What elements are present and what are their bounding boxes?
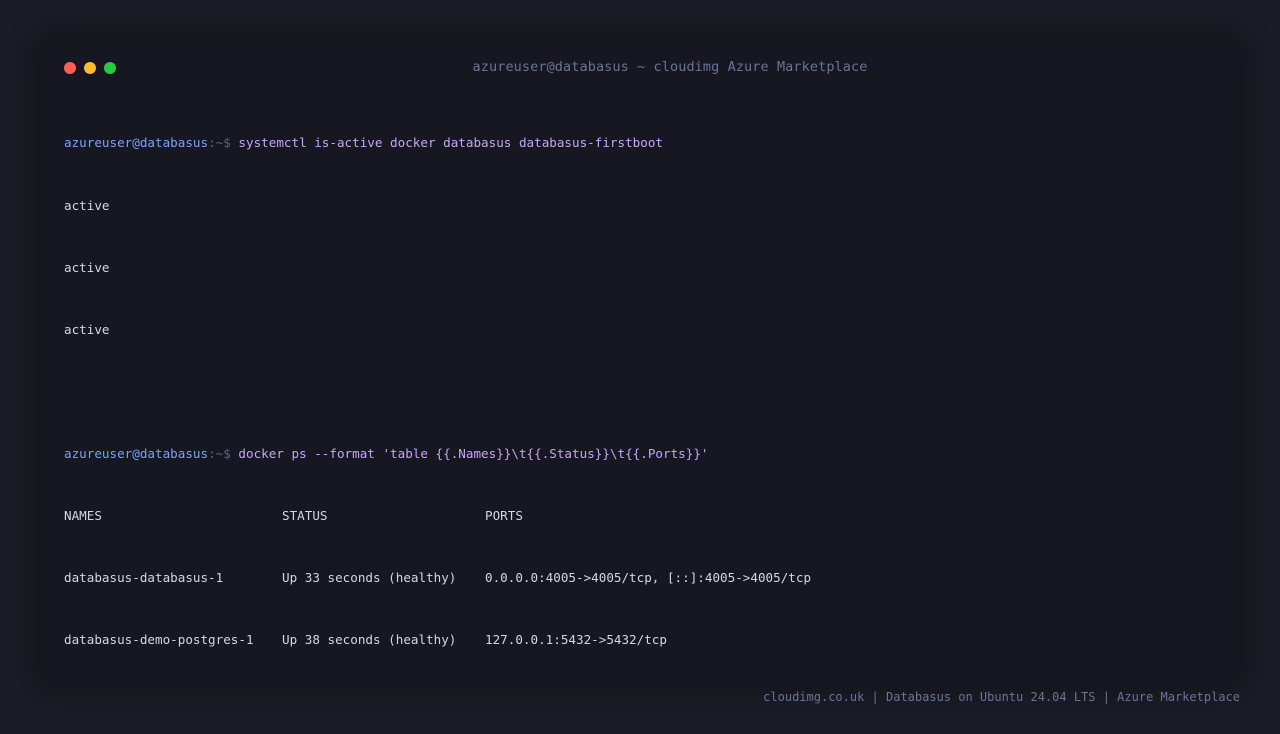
command-text: docker ps --format 'table {{.Names}}\t{{… bbox=[238, 445, 709, 461]
container-name: databasus-databasus-1 bbox=[64, 570, 224, 586]
prompt-path: :~$ bbox=[208, 445, 231, 461]
table-row: databasus-demo-postgres-1 Up 38 seconds … bbox=[64, 630, 1214, 651]
terminal-window: azureuser@databasus ~ cloudimg Azure Mar… bbox=[40, 40, 1240, 684]
command-line: azureuser@databasus:~$ systemctl is-acti… bbox=[64, 133, 1214, 154]
column-header-names: NAMES bbox=[64, 507, 102, 523]
command-text: systemctl is-active docker databasus dat… bbox=[238, 135, 664, 151]
footer-caption: cloudimg.co.uk | Databasus on Ubuntu 24.… bbox=[763, 690, 1240, 704]
output-line: active bbox=[64, 321, 110, 337]
table-row: databasus-databasus-1 Up 33 seconds (hea… bbox=[64, 568, 1214, 589]
prompt-path: :~$ bbox=[208, 135, 231, 151]
window-title: azureuser@databasus ~ cloudimg Azure Mar… bbox=[472, 59, 868, 75]
table-header-row: NAMES STATUS PORTS bbox=[64, 506, 1214, 527]
column-header-ports: PORTS bbox=[485, 507, 523, 523]
output-line: active bbox=[64, 259, 110, 275]
terminal-output[interactable]: azureuser@databasus:~$ systemctl is-acti… bbox=[64, 92, 1214, 692]
prompt-user: azureuser@databasus bbox=[64, 445, 209, 461]
output-line: active bbox=[64, 197, 110, 213]
title-bar: azureuser@databasus ~ cloudimg Azure Mar… bbox=[40, 40, 1240, 96]
container-ports: 0.0.0.0:4005->4005/tcp, [::]:4005->4005/… bbox=[485, 570, 812, 586]
container-name: databasus-demo-postgres-1 bbox=[64, 632, 254, 648]
prompt-user: azureuser@databasus bbox=[64, 135, 209, 151]
container-status: Up 38 seconds (healthy) bbox=[282, 632, 457, 648]
column-header-status: STATUS bbox=[282, 507, 328, 523]
container-ports: 127.0.0.1:5432->5432/tcp bbox=[485, 632, 667, 648]
command-line: azureuser@databasus:~$ docker ps --forma… bbox=[64, 444, 1214, 465]
container-status: Up 33 seconds (healthy) bbox=[282, 570, 457, 586]
